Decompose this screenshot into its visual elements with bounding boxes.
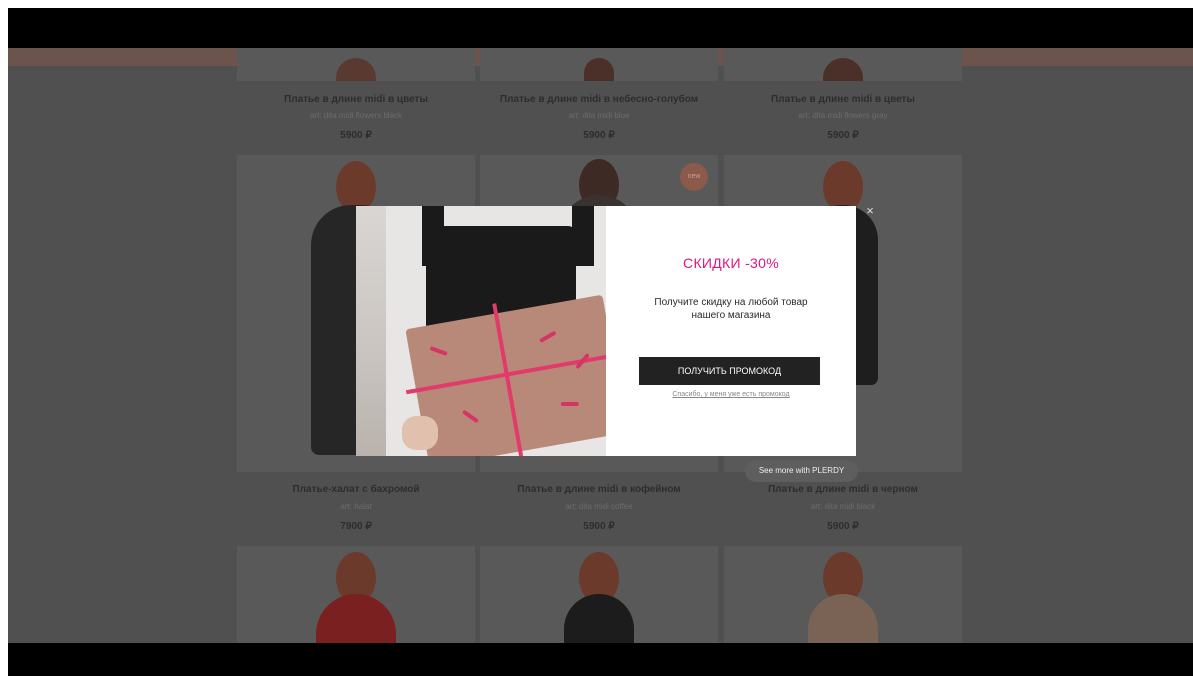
product-price: 5900 ₽ bbox=[340, 130, 372, 141]
plerdy-button[interactable]: See more with PLERDY bbox=[745, 460, 858, 482]
product-art: art: dita midi blue bbox=[568, 111, 630, 120]
product-photo[interactable] bbox=[480, 546, 718, 643]
candy-cane bbox=[539, 330, 557, 344]
product-name[interactable]: Платье в длине midi в цветы bbox=[724, 94, 962, 105]
gift-image bbox=[356, 206, 606, 456]
product-photo[interactable] bbox=[480, 48, 718, 81]
product-photo[interactable] bbox=[724, 546, 962, 643]
modal-text: Получите скидку на любой товар нашего ма… bbox=[654, 297, 808, 321]
product-name[interactable]: Платье в длине midi в черном bbox=[724, 484, 962, 495]
candy-cane bbox=[560, 402, 579, 407]
ribbon bbox=[492, 303, 524, 456]
dress bbox=[564, 594, 634, 643]
product-art: art: dita midi coffee bbox=[565, 502, 633, 511]
modal-content: СКИДКИ -30% Получите скидку на любой тов… bbox=[606, 206, 856, 456]
have-promocode-link[interactable]: Спасибо, у меня уже есть промокод bbox=[606, 391, 856, 398]
bottom-black-bar bbox=[8, 643, 1193, 676]
product-price: 7900 ₽ bbox=[340, 521, 372, 532]
product-art: art: dita midi flowers gray bbox=[798, 111, 888, 120]
new-badge: new bbox=[680, 163, 708, 191]
candy-cane bbox=[429, 346, 448, 356]
product-price: 5900 ₽ bbox=[827, 130, 859, 141]
page-frame: Платье в длине midi в цветы art: dita mi… bbox=[8, 8, 1193, 676]
top-black-bar bbox=[8, 8, 1193, 48]
product-photo[interactable] bbox=[237, 48, 475, 81]
product-name[interactable]: Платье в длине midi в небесно-голубом bbox=[480, 94, 718, 105]
dress bbox=[316, 594, 396, 643]
product-name[interactable]: Платье в длине midi в кофейном bbox=[480, 484, 718, 495]
product-name[interactable]: Платье в длине midi в цветы bbox=[237, 94, 475, 105]
get-promocode-button[interactable]: ПОЛУЧИТЬ ПРОМОКОД bbox=[639, 357, 820, 385]
product-art: art: dita midi black bbox=[810, 502, 876, 511]
close-icon[interactable]: × bbox=[863, 204, 877, 218]
product-price: 5900 ₽ bbox=[583, 521, 615, 532]
product-photo[interactable] bbox=[237, 546, 475, 643]
product-art: art: dita midi flowers black bbox=[309, 111, 403, 120]
product-photo[interactable] bbox=[724, 48, 962, 81]
modal-title: СКИДКИ -30% bbox=[683, 255, 779, 271]
discount-modal: СКИДКИ -30% Получите скидку на любой тов… bbox=[356, 206, 856, 456]
shoes bbox=[823, 58, 863, 81]
product-price: 5900 ₽ bbox=[583, 130, 615, 141]
product-art: art: halat bbox=[340, 502, 372, 511]
hand bbox=[402, 416, 438, 450]
shoes bbox=[336, 58, 376, 81]
shoes bbox=[584, 58, 614, 81]
dress bbox=[808, 594, 878, 643]
candy-cane bbox=[461, 409, 479, 424]
product-price: 5900 ₽ bbox=[827, 521, 859, 532]
product-name[interactable]: Платье-халат с бахромой bbox=[237, 484, 475, 495]
